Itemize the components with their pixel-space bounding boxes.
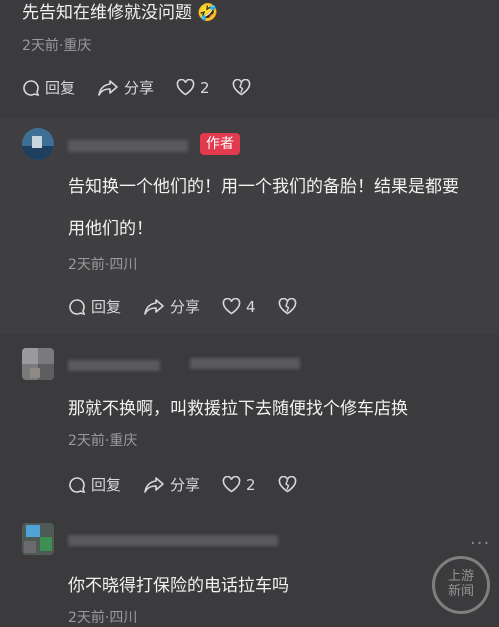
username-redacted[interactable]	[68, 140, 188, 152]
share-label: 分享	[170, 298, 201, 316]
reply-third: ··· 你不晓得打保险的电话拉车吗 2天前·四川	[0, 515, 499, 626]
share-label: 分享	[124, 79, 155, 97]
top-comment-meta: 2天前·重庆	[22, 38, 92, 54]
share-label: 分享	[170, 476, 201, 494]
heart-icon	[222, 298, 241, 315]
reply-second: 那就不换啊，叫救援拉下去随便找个修车店换 2天前·重庆 回复 分享 2	[0, 340, 499, 510]
laughing-emoji-icon: 🤣	[197, 3, 219, 23]
reply-bubble-icon	[23, 79, 40, 96]
reply-meta: 2天前·四川	[68, 257, 138, 273]
username-redacted[interactable]	[68, 535, 278, 546]
reply-bubble-icon	[69, 298, 86, 315]
share-arrow-icon	[144, 298, 164, 315]
top-comment-body: 先告知在维修就没问题	[22, 3, 192, 23]
share-arrow-icon	[144, 476, 164, 493]
avatar[interactable]	[22, 128, 54, 160]
watermark-line1: 上游	[447, 569, 474, 585]
top-comment-text: 先告知在维修就没问题 🤣	[22, 2, 219, 25]
reply-button[interactable]: 回复	[68, 474, 121, 495]
like-count: 2	[246, 475, 256, 494]
broken-heart-icon	[278, 298, 296, 315]
reply-button[interactable]: 回复	[22, 77, 75, 98]
like-count: 2	[200, 78, 210, 97]
share-arrow-icon	[98, 79, 118, 96]
reply-author: 作者 告知换一个他们的！用一个我们的备胎！结果是都要 用他们的！ 2天前·四川 …	[0, 118, 499, 334]
top-comment-actions: 回复 分享 2	[22, 77, 278, 98]
reply-meta: 2天前·四川	[68, 610, 138, 626]
dislike-button[interactable]	[278, 298, 302, 315]
share-button[interactable]: 分享	[143, 474, 200, 495]
broken-heart-icon	[278, 476, 296, 493]
like-button[interactable]: 2	[176, 79, 210, 97]
broken-heart-icon	[232, 79, 250, 96]
heart-icon	[222, 476, 241, 493]
avatar-image-icon	[22, 523, 54, 555]
watermark-logo: 上游 新闻	[432, 556, 490, 614]
like-button[interactable]: 4	[222, 298, 256, 316]
avatar[interactable]	[22, 348, 54, 380]
share-button[interactable]: 分享	[143, 296, 200, 317]
reply-meta: 2天前·重庆	[68, 433, 138, 449]
reply-label: 回复	[91, 476, 122, 494]
reply-text-line1: 告知换一个他们的！用一个我们的备胎！结果是都要	[68, 177, 459, 197]
author-badge: 作者	[200, 133, 240, 155]
more-options-icon[interactable]: ···	[470, 533, 490, 554]
reply-actions: 回复 分享 4	[68, 296, 324, 317]
heart-icon	[176, 79, 195, 96]
avatar[interactable]	[22, 523, 54, 555]
dislike-button[interactable]	[232, 79, 256, 96]
reply-text: 那就不换啊，叫救援拉下去随便找个修车店换	[68, 399, 408, 419]
watermark-line2: 新闻	[447, 584, 474, 599]
reply-actions: 回复 分享 2	[68, 474, 324, 495]
username-redacted-extra	[190, 358, 300, 369]
dislike-button[interactable]	[278, 476, 302, 493]
username-redacted[interactable]	[68, 360, 160, 371]
avatar-image-icon	[22, 128, 54, 160]
reply-label: 回复	[91, 298, 122, 316]
reply-bubble-icon	[69, 476, 86, 493]
share-button[interactable]: 分享	[97, 77, 154, 98]
reply-label: 回复	[45, 79, 76, 97]
avatar-image-icon	[22, 348, 54, 380]
like-button[interactable]: 2	[222, 476, 256, 494]
reply-button[interactable]: 回复	[68, 296, 121, 317]
reply-text: 你不晓得打保险的电话拉车吗	[68, 576, 289, 596]
like-count: 4	[246, 297, 256, 316]
reply-text-line2: 用他们的！	[68, 219, 153, 239]
